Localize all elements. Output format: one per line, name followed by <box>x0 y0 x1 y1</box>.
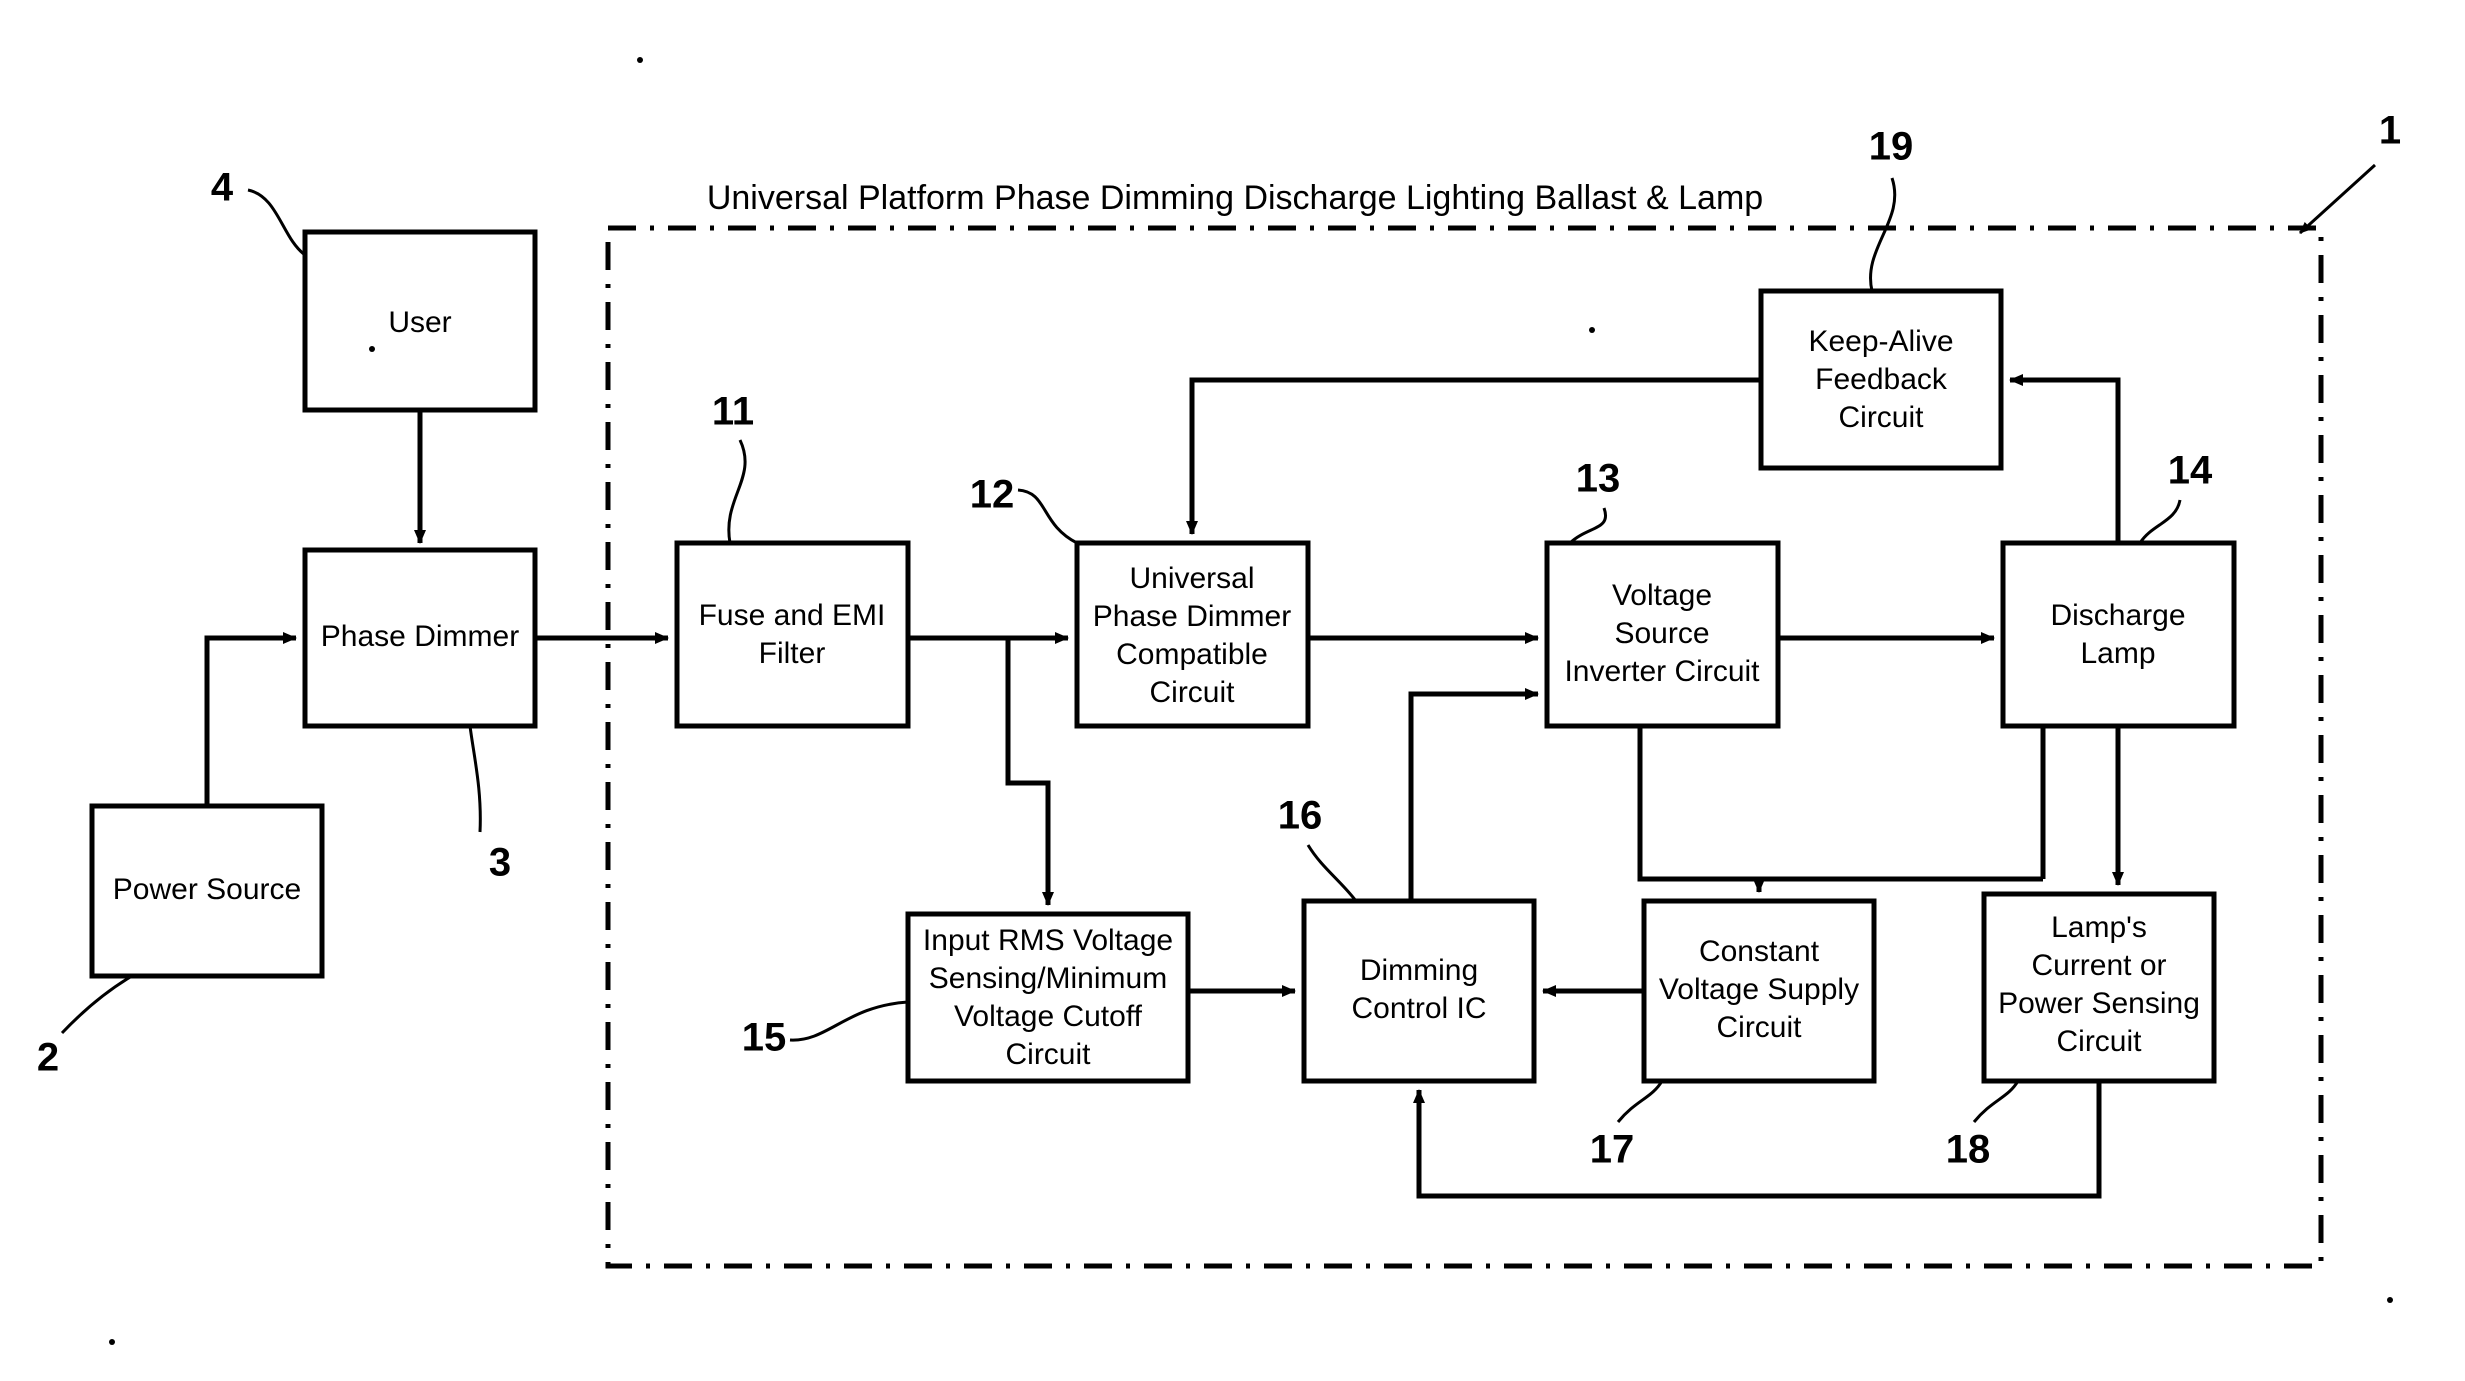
block-vsi-line-2: Inverter Circuit <box>1564 655 1760 688</box>
ref-numeral-13: 13 <box>1576 457 1621 501</box>
block-upd-line-1: Phase Dimmer <box>1093 600 1291 633</box>
scan-speck <box>369 346 375 352</box>
block-lamp-sense-line-2: Power Sensing <box>1998 987 2200 1020</box>
wire-vsi-bottom-bus <box>1637 726 2043 882</box>
block-lamp-sense-line-3: Circuit <box>2056 1025 2142 1058</box>
block-keep-alive-feedback: Keep-Alive Feedback Circuit <box>1758 288 2004 471</box>
ref-numeral-1: 1 <box>2379 109 2401 153</box>
block-input-rms-line-0: Input RMS Voltage <box>923 924 1173 957</box>
wire-lamp-sense-to-dimming-ic <box>1413 1081 2102 1199</box>
block-dimming-ic-line-0: Dimming <box>1360 954 1478 987</box>
leader-2 <box>60 974 133 1035</box>
ref-numeral-12: 12 <box>970 473 1015 517</box>
system-boundary <box>605 225 2324 1269</box>
block-input-rms-line-1: Sensing/Minimum <box>929 962 1167 995</box>
block-vsi-line-1: Source <box>1614 617 1709 650</box>
block-discharge-lamp: Discharge Lamp <box>2000 540 2237 729</box>
ref-numeral-17: 17 <box>1590 1128 1635 1172</box>
block-lamp-sense-line-1: Current or <box>2031 949 2166 982</box>
leader-4 <box>247 188 306 257</box>
leader-12 <box>1017 488 1078 545</box>
block-keep-alive-line-0: Keep-Alive <box>1808 325 1953 358</box>
block-upd-line-3: Circuit <box>1149 676 1235 709</box>
block-lamp-current-power-sensing: Lamp's Current or Power Sensing Circuit <box>1981 891 2217 1084</box>
block-power-source: Power Source <box>89 803 325 979</box>
wire-power-source-to-phase-dimmer <box>204 632 297 806</box>
block-fuse-emi-line-0: Fuse and EMI <box>699 599 886 632</box>
block-input-rms-voltage-sensing: Input RMS Voltage Sensing/Minimum Voltag… <box>905 911 1191 1084</box>
block-fuse-emi-line-1: Filter <box>759 637 826 670</box>
wire-keep-alive-to-upd <box>1186 377 1761 535</box>
block-dimming-control-ic: Dimming Control IC <box>1301 898 1537 1084</box>
wire-discharge-lamp-to-keep-alive <box>2009 374 2121 543</box>
block-cvs-line-2: Circuit <box>1716 1011 1802 1044</box>
ref-numeral-19: 19 <box>1869 125 1914 169</box>
wire-fuse-emi-to-input-rms <box>1005 638 1054 906</box>
block-vsi-line-0: Voltage <box>1612 579 1712 612</box>
wire-dimming-ic-to-vsi <box>1408 688 1539 901</box>
block-fuse-emi-filter: Fuse and EMI Filter <box>674 540 911 729</box>
leader-19 <box>1869 177 1897 292</box>
ref-numeral-14: 14 <box>2168 449 2213 493</box>
block-keep-alive-line-2: Circuit <box>1838 401 1924 434</box>
block-input-rms-line-3: Circuit <box>1005 1038 1091 1071</box>
block-lamp-sense-line-0: Lamp's <box>2051 911 2147 944</box>
leader-16 <box>1306 844 1358 902</box>
block-discharge-lamp-line-1: Lamp <box>2080 637 2155 670</box>
leader-14 <box>2138 499 2182 544</box>
ref-numeral-4: 4 <box>211 166 234 210</box>
block-phase-dimmer-line-0: Phase Dimmer <box>321 620 519 653</box>
block-input-rms-line-2: Voltage Cutoff <box>954 1000 1143 1033</box>
scan-speck <box>1589 327 1595 333</box>
block-upd-line-2: Compatible <box>1116 638 1268 671</box>
leader-11 <box>727 439 747 544</box>
ref-numeral-2: 2 <box>37 1036 59 1080</box>
block-user: User <box>302 229 538 413</box>
leader-18 <box>1972 1080 2020 1123</box>
block-user-line-0: User <box>388 306 451 339</box>
ref-numeral-11: 11 <box>712 390 754 434</box>
block-constant-voltage-supply: Constant Voltage Supply Circuit <box>1641 898 1877 1084</box>
patent-block-diagram: Universal Platform Phase Dimming Dischar… <box>37 57 2401 1345</box>
block-power-source-line-0: Power Source <box>113 873 301 906</box>
block-cvs-line-0: Constant <box>1699 935 1820 968</box>
leader-13 <box>1568 507 1608 545</box>
scan-speck <box>109 1339 115 1345</box>
scan-speck <box>2387 1297 2393 1303</box>
block-phase-dimmer: Phase Dimmer <box>302 547 538 729</box>
ref-numeral-18: 18 <box>1946 1128 1991 1172</box>
block-discharge-lamp-line-0: Discharge <box>2050 599 2185 632</box>
block-keep-alive-line-1: Feedback <box>1815 363 1948 396</box>
block-universal-phase-dimmer-compatible: Universal Phase Dimmer Compatible Circui… <box>1074 540 1311 729</box>
leader-17 <box>1616 1080 1664 1123</box>
ref-numeral-16: 16 <box>1278 794 1323 838</box>
block-dimming-ic-line-1: Control IC <box>1351 992 1486 1025</box>
ref-numeral-15: 15 <box>742 1016 787 1060</box>
ref-numeral-3: 3 <box>489 841 511 885</box>
block-voltage-source-inverter: Voltage Source Inverter Circuit <box>1544 540 1781 729</box>
leader-15 <box>789 1000 909 1042</box>
leader-3 <box>468 725 482 833</box>
figure-title: Universal Platform Phase Dimming Dischar… <box>707 179 1763 217</box>
block-upd-line-0: Universal <box>1129 562 1254 595</box>
leader-1 <box>2298 163 2377 235</box>
block-cvs-line-1: Voltage Supply <box>1659 973 1859 1006</box>
scan-speck <box>637 57 643 63</box>
